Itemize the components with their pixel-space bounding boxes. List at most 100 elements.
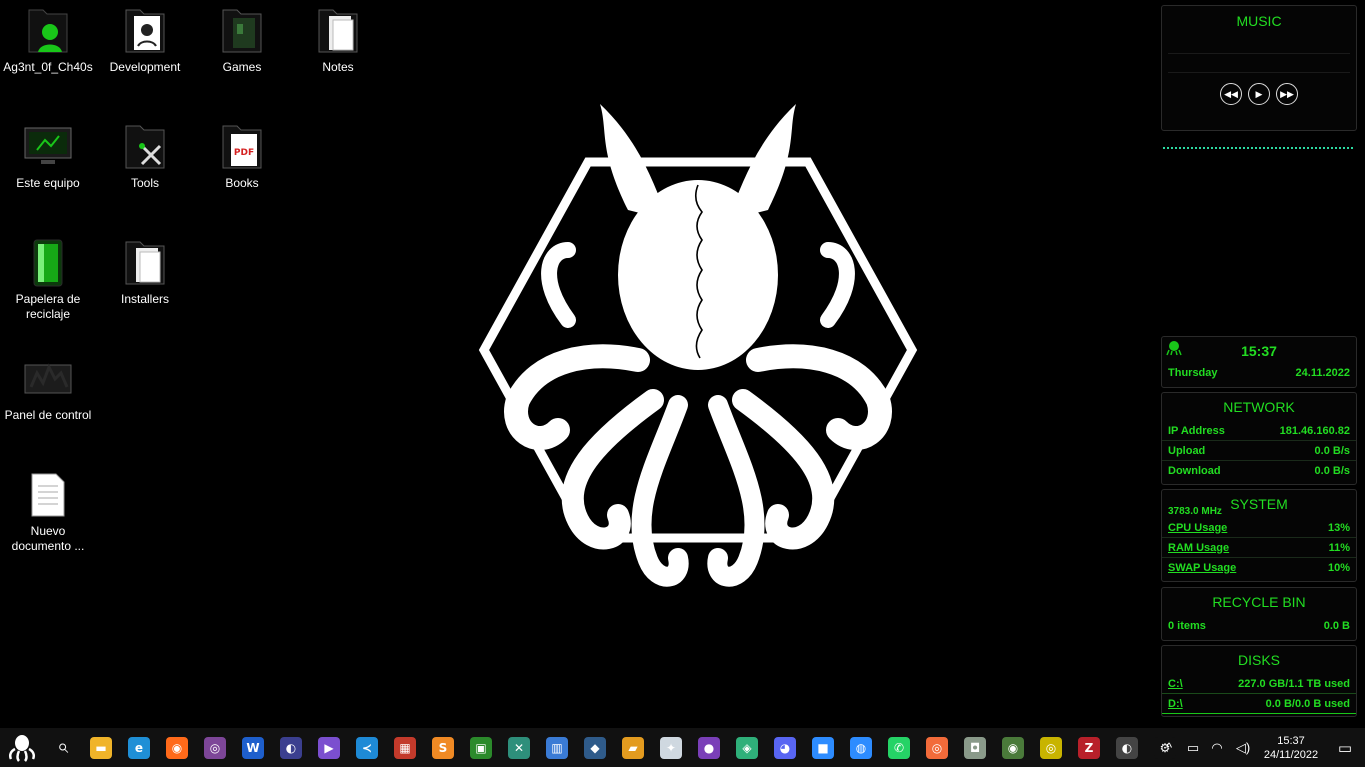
play-button[interactable]: ▶: [1248, 83, 1270, 105]
whatsapp-icon: ✆: [888, 736, 910, 759]
battery-icon[interactable]: ▭: [1181, 728, 1205, 767]
taskbar-app[interactable]: ✕: [500, 728, 538, 767]
taskbar-app[interactable]: ▦: [386, 728, 424, 767]
folder-icon: [120, 6, 170, 56]
desktop-icon-label: Tools: [130, 176, 159, 190]
search-button[interactable]: ⌕: [44, 728, 82, 767]
vmware-icon: ◘: [964, 736, 986, 759]
taskbar-app[interactable]: ◉: [158, 728, 196, 767]
taskbar-app[interactable]: ✦: [652, 728, 690, 767]
taskbar-app[interactable]: ◐: [272, 728, 310, 767]
taskbar: ⌕ ▬ e ◉ ◎ W ◐ ▶ ≺ ▦ S ▣ ✕ ▥ ◆ ▰ ✦ ● ◈ ◕ ■ ◍ ✆ ◎ ◘ ◉ ◎ Z ◐ ⚙ ^ ▭ ◠ ◁)…: [0, 728, 1365, 767]
forward-button[interactable]: ▶▶: [1276, 83, 1298, 105]
taskbar-app[interactable]: ▥: [538, 728, 576, 767]
vscode-icon: ≺: [356, 736, 378, 759]
taskbar-app[interactable]: ◎: [918, 728, 956, 767]
music-title: MUSIC: [1236, 13, 1282, 29]
taskbar-app[interactable]: ◎: [196, 728, 234, 767]
recycle-row: 0 items 0.0 B: [1168, 620, 1350, 632]
tray-overflow-chevron-icon[interactable]: ^: [1157, 728, 1181, 767]
clock-date: 24.11.2022: [1295, 367, 1350, 379]
folder-icon: [120, 238, 170, 288]
cthulhu-mini-icon: [1166, 340, 1182, 356]
taskbar-app[interactable]: ≺: [348, 728, 386, 767]
start-button[interactable]: [0, 728, 44, 767]
desktop-icon-books[interactable]: PDF Books: [195, 122, 289, 191]
taskbar-app[interactable]: ▣: [462, 728, 500, 767]
desktop-icon-new-document[interactable]: Nuevo documento ...: [1, 470, 95, 554]
desktop-icon-label: Nuevo documento ...: [11, 524, 85, 553]
desktop-icon-label: Este equipo: [16, 176, 80, 190]
taskbar-time: 15:37: [1277, 734, 1305, 747]
winrar-icon: ▦: [394, 736, 416, 759]
zoom-icon: ■: [812, 736, 834, 759]
taskbar-app[interactable]: ✆: [880, 728, 918, 767]
system-row: CPU Usage 13%: [1162, 518, 1356, 538]
taskbar-app[interactable]: ▰: [614, 728, 652, 767]
tor-icon: ◎: [204, 736, 226, 759]
task-manager-icon: ▥: [546, 736, 568, 759]
gitkraken-icon: ◈: [736, 736, 758, 759]
taskbar-app[interactable]: ◉: [994, 728, 1032, 767]
desktop-icon-label: Papelera de reciclaje: [15, 292, 81, 321]
taskbar-app[interactable]: W: [234, 728, 272, 767]
desktop-icon-tools[interactable]: Tools: [98, 122, 192, 191]
taskbar-app[interactable]: ◐: [1108, 728, 1146, 767]
cthulhu-start-icon: [8, 734, 36, 762]
desktop-icon-development[interactable]: Development: [98, 6, 192, 75]
pdf-folder-icon: PDF: [217, 122, 267, 172]
control-panel-icon: [23, 354, 73, 404]
taskbar-app[interactable]: e: [120, 728, 158, 767]
desktop-icon-label: Games: [222, 60, 262, 74]
network-row: Upload 0.0 B/s: [1162, 441, 1356, 461]
system-row: SWAP Usage 10%: [1168, 562, 1350, 574]
computer-icon: [23, 122, 73, 172]
file-explorer-icon: ▬: [90, 736, 112, 759]
desktop-icon-ag3nt[interactable]: Ag3nt_0f_Ch40s: [1, 6, 95, 75]
tools-folder-icon: [120, 122, 170, 172]
taskbar-app[interactable]: ◕: [766, 728, 804, 767]
taskbar-app[interactable]: ◍: [842, 728, 880, 767]
visual-studio-icon: ▶: [318, 736, 340, 759]
taskbar-app[interactable]: ◆: [576, 728, 614, 767]
rewind-button[interactable]: ◀◀: [1220, 83, 1242, 105]
taskbar-app[interactable]: ■: [804, 728, 842, 767]
desktop-icon-este-equipo[interactable]: Este equipo: [1, 122, 95, 191]
taskbar-app[interactable]: ▶: [310, 728, 348, 767]
sqlyog-icon: ▰: [622, 736, 644, 759]
globe-icon: ◉: [1002, 736, 1024, 759]
system-widget: 3783.0 MHz SYSTEM CPU Usage 13% RAM Usage…: [1161, 489, 1357, 582]
notification-icon[interactable]: ▭: [1325, 728, 1365, 767]
wifi-icon[interactable]: ◠: [1205, 728, 1229, 767]
desktop-icon-label: Panel de control: [4, 408, 92, 422]
desktop-icon-notes[interactable]: Notes: [291, 6, 385, 75]
github-icon: ●: [698, 736, 720, 759]
taskbar-clock[interactable]: 15:37 24/11/2022: [1257, 734, 1325, 762]
volume-icon[interactable]: ◁): [1229, 728, 1257, 767]
cthulhu-wallpaper-emblem: [478, 104, 918, 587]
desktop-icon-installers[interactable]: Installers: [98, 238, 192, 307]
taskbar-app[interactable]: S: [424, 728, 462, 767]
firefox-icon: ◉: [166, 736, 188, 759]
disks-title: DISKS: [1237, 652, 1280, 668]
folder-icon: [217, 6, 267, 56]
messenger-icon: ◍: [850, 736, 872, 759]
postman-icon: ◎: [926, 736, 948, 759]
desktop-icon-recycle-bin[interactable]: Papelera de reciclaje: [1, 238, 95, 322]
taskbar-app[interactable]: ◈: [728, 728, 766, 767]
desktop-icon-label: Books: [225, 176, 259, 190]
taskbar-app[interactable]: Z: [1070, 728, 1108, 767]
taskbar-app[interactable]: ●: [690, 728, 728, 767]
user-folder-icon: [23, 6, 73, 56]
desktop-icon-games[interactable]: Games: [195, 6, 289, 75]
desktop-icon-label: Development: [109, 60, 181, 74]
network-row: IP Address 181.46.160.82: [1162, 421, 1356, 441]
cpu-frequency: 3783.0 MHz: [1168, 506, 1222, 517]
disk-row: D:\ 0.0 B/0.0 B used: [1162, 694, 1356, 714]
desktop-icon-control-panel[interactable]: Panel de control: [1, 354, 95, 423]
recycle-bin-widget: RECYCLE BIN 0 items 0.0 B: [1161, 587, 1357, 641]
edge-icon: e: [128, 736, 150, 759]
taskbar-app[interactable]: ▬: [82, 728, 120, 767]
taskbar-app[interactable]: ◎: [1032, 728, 1070, 767]
taskbar-app[interactable]: ◘: [956, 728, 994, 767]
